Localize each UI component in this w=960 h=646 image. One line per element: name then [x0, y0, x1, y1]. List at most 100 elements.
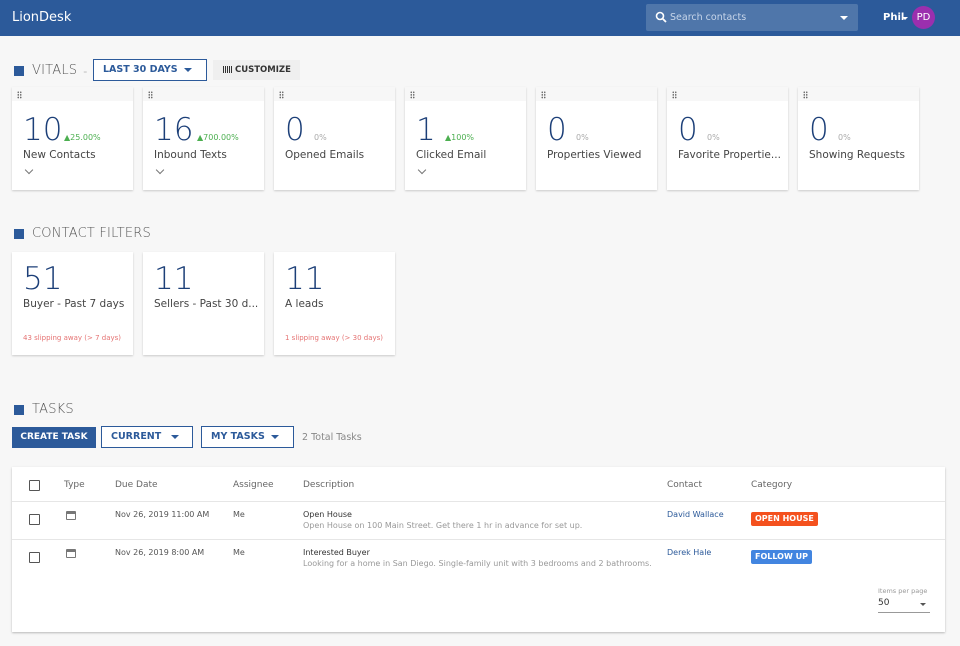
select-all-checkbox[interactable] — [29, 480, 40, 491]
due-date: Nov 26, 2019 8:00 AM — [115, 548, 205, 557]
customize-button[interactable]: CUSTOMIZE — [213, 60, 300, 80]
section-marker-icon — [14, 228, 24, 239]
vital-change: ▲25.00% — [64, 133, 101, 142]
card-handle-bar — [274, 87, 395, 101]
drag-handle-icon[interactable] — [541, 91, 546, 99]
vital-value: 0 — [547, 112, 567, 148]
vital-change: 0% — [576, 133, 589, 142]
task-status-dropdown[interactable]: CURRENT — [101, 426, 193, 448]
vital-card[interactable]: 0 0% Showing Requests — [798, 87, 919, 190]
due-date: Nov 26, 2019 11:00 AM — [115, 510, 210, 519]
vital-change: 0% — [838, 133, 851, 142]
vital-card[interactable]: 1 ▲100% Clicked Email — [405, 87, 526, 190]
divider — [12, 501, 945, 502]
task-title[interactable]: Interested Buyer — [303, 548, 370, 557]
task-owner-dropdown[interactable]: MY TASKS — [201, 426, 294, 448]
vital-label: Inbound Texts — [154, 149, 227, 161]
contact-link[interactable]: David Wallace — [667, 510, 724, 519]
vital-card[interactable]: 0 0% Properties Viewed — [536, 87, 657, 190]
vital-value: 0 — [678, 112, 698, 148]
card-handle-bar — [798, 87, 919, 101]
app-logo[interactable]: LionDesk — [12, 10, 71, 25]
drag-handle-icon[interactable] — [279, 91, 284, 99]
vital-change: 0% — [314, 133, 327, 142]
vital-change: ▲700.00% — [197, 133, 239, 142]
filter-count: 11 — [285, 261, 325, 297]
tasks-title: TASKS — [32, 402, 74, 417]
card-handle-bar — [12, 87, 133, 101]
column-header-due-date[interactable]: Due Date — [115, 480, 158, 490]
slipping-away-note[interactable]: 43 slipping away (> 7 days) — [23, 334, 121, 342]
barcode-icon — [223, 66, 233, 73]
filter-count: 51 — [23, 261, 63, 297]
drag-handle-icon[interactable] — [17, 91, 22, 99]
contact-filter-card[interactable]: 11 A leads 1 slipping away (> 30 days) — [274, 252, 395, 355]
drag-handle-icon[interactable] — [803, 91, 808, 99]
column-header-contact[interactable]: Contact — [667, 480, 702, 490]
filter-count: 11 — [154, 261, 194, 297]
vital-label: Opened Emails — [285, 149, 365, 161]
chevron-down-icon — [171, 435, 179, 439]
slipping-away-note[interactable]: 1 slipping away (> 30 days) — [285, 334, 383, 342]
contact-filters-header: CONTACT FILTERS — [14, 226, 151, 241]
top-bar: LionDesk Search contacts Phil PD — [0, 0, 960, 36]
card-handle-bar — [536, 87, 657, 101]
column-header-type[interactable]: Type — [64, 480, 85, 490]
vital-label: Properties Viewed — [547, 149, 642, 161]
contact-filter-card[interactable]: 51 Buyer - Past 7 days 43 slipping away (>… — [12, 252, 133, 355]
column-header-assignee[interactable]: Assignee — [233, 480, 274, 490]
vital-label: Clicked Email — [416, 149, 487, 161]
items-per-page-value: 50 — [878, 598, 890, 608]
avatar[interactable]: PD — [912, 6, 935, 29]
contact-link[interactable]: Derek Hale — [667, 548, 711, 557]
create-task-button[interactable]: CREATE TASK — [12, 427, 96, 448]
column-header-category[interactable]: Category — [751, 480, 792, 490]
row-checkbox[interactable] — [29, 514, 40, 525]
search-placeholder: Search contacts — [670, 12, 747, 23]
card-handle-bar — [143, 87, 264, 101]
category-badge: OPEN HOUSE — [751, 512, 818, 526]
chevron-down-icon[interactable] — [417, 165, 427, 175]
items-per-page-select[interactable]: 50 — [878, 598, 930, 613]
search-icon — [655, 11, 667, 23]
category-badge: FOLLOW UP — [751, 550, 812, 564]
contact-filters-title: CONTACT FILTERS — [32, 226, 151, 241]
vitals-separator: - — [83, 63, 88, 78]
divider — [12, 539, 945, 540]
filter-label: Buyer - Past 7 days — [23, 298, 125, 310]
vital-value: 16 — [154, 112, 194, 148]
vital-card[interactable]: 0 0% Opened Emails — [274, 87, 395, 190]
contact-filter-card[interactable]: 11 Sellers - Past 30 d... — [143, 252, 264, 355]
tasks-table: Type Due Date Assignee Description Conta… — [12, 467, 945, 632]
vital-change: ▲100% — [445, 133, 475, 142]
task-owner-label: MY TASKS — [211, 431, 265, 442]
vital-card[interactable]: 16 ▲700.00% Inbound Texts — [143, 87, 264, 190]
drag-handle-icon[interactable] — [672, 91, 677, 99]
vital-value: 10 — [23, 112, 63, 148]
chevron-down-icon — [271, 435, 279, 439]
task-title[interactable]: Open House — [303, 510, 352, 519]
vitals-header: VITALS - — [14, 63, 87, 78]
filter-label: A leads — [285, 298, 324, 310]
vital-card[interactable]: 10 ▲25.00% New Contacts — [12, 87, 133, 190]
date-range-label: LAST 30 DAYS — [103, 64, 178, 75]
date-range-dropdown[interactable]: LAST 30 DAYS — [93, 59, 207, 81]
chevron-down-icon[interactable] — [24, 165, 34, 175]
drag-handle-icon[interactable] — [410, 91, 415, 99]
tasks-header: TASKS — [14, 402, 74, 417]
vital-card[interactable]: 0 0% Favorite Propertie... — [667, 87, 788, 190]
row-checkbox[interactable] — [29, 552, 40, 563]
total-tasks-count: 2 Total Tasks — [302, 432, 362, 443]
card-handle-bar — [667, 87, 788, 101]
chevron-down-icon[interactable] — [155, 165, 165, 175]
drag-handle-icon[interactable] — [148, 91, 153, 99]
search-dropdown-caret-icon[interactable] — [840, 16, 848, 20]
vital-label: Showing Requests — [809, 149, 906, 161]
calendar-icon — [66, 511, 76, 520]
items-per-page-label: Items per page — [878, 587, 928, 595]
column-header-description[interactable]: Description — [303, 480, 354, 490]
search-contacts-input[interactable]: Search contacts — [646, 4, 858, 31]
task-status-label: CURRENT — [111, 431, 162, 442]
vital-change: 0% — [707, 133, 720, 142]
user-menu-caret-icon[interactable] — [902, 17, 908, 20]
